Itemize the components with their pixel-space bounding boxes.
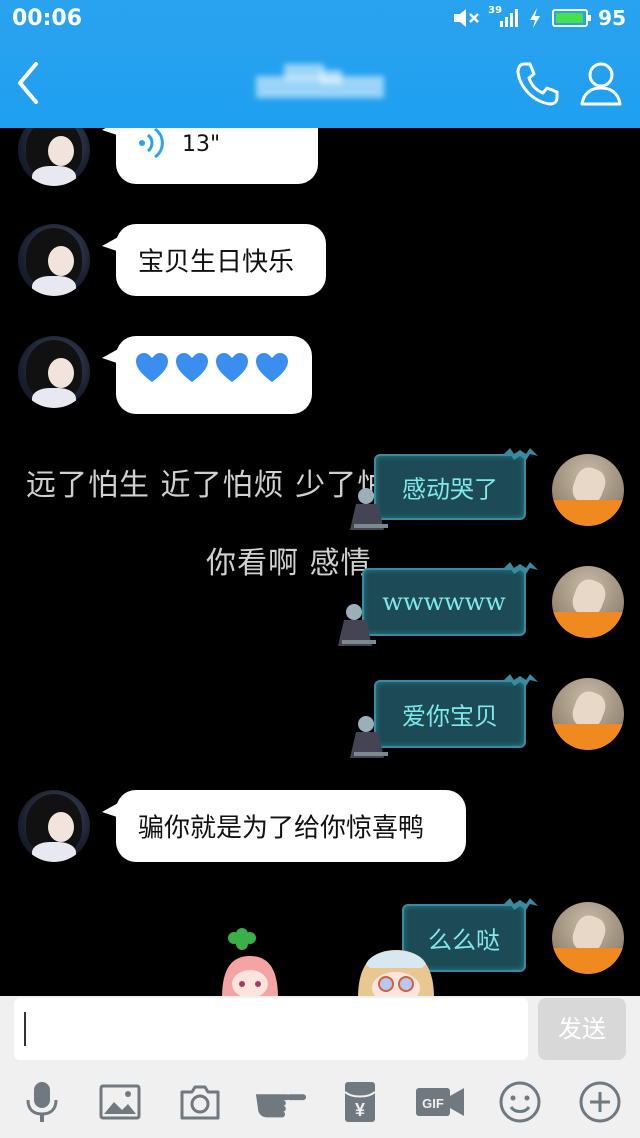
message-bubble-right[interactable]: 爱你宝贝 (350, 674, 538, 758)
background-text-line-1: 远了怕生 近了怕烦 少了怕 (26, 468, 389, 503)
plus-icon[interactable] (578, 1080, 622, 1124)
clover-girl-sticker[interactable] (222, 928, 282, 996)
gif-icon[interactable]: GIF (414, 1080, 466, 1124)
gothic-girl-decoration-icon (350, 716, 388, 758)
blue-heart-icon (216, 353, 248, 382)
hearts-row (134, 350, 290, 386)
mute-icon (454, 9, 480, 27)
message-text: 感动哭了 (402, 475, 498, 504)
contact-avatar[interactable] (18, 224, 90, 296)
blue-heart-icon (176, 353, 208, 382)
bat-decoration-icon (502, 674, 538, 686)
my-avatar[interactable] (552, 678, 624, 750)
phone-icon[interactable] (512, 58, 562, 108)
charging-icon (530, 8, 541, 28)
yen-label: ¥ (355, 1100, 365, 1120)
message-bubble-left[interactable]: 宝贝生日快乐 (102, 224, 326, 296)
signal-icon: 39 (488, 5, 519, 27)
message-text: 宝贝生日快乐 (138, 247, 295, 278)
gothic-girl-decoration-icon (338, 604, 376, 646)
gothic-girl-decoration-icon (350, 488, 388, 530)
contact-name-blurred (256, 62, 384, 106)
composer-bar: 发送 (0, 996, 640, 1066)
message-input[interactable] (14, 998, 528, 1060)
red-packet-icon[interactable]: ¥ (338, 1080, 382, 1124)
bat-decoration-icon (502, 562, 538, 574)
input-toolbar: ¥ GIF (0, 1066, 640, 1138)
voice-duration: 13" (182, 132, 221, 157)
message-bubble-left[interactable]: 骗你就是为了给你惊喜鸭 (102, 790, 466, 862)
message-bubble-right[interactable]: wwwwww (338, 562, 538, 646)
message-text: wwwwww (382, 588, 506, 616)
message-text: 爱你宝贝 (402, 702, 498, 731)
chat-area[interactable]: 远了怕生 近了怕烦 少了怕 你看啊 感情 13" 宝贝生日快乐 感动哭了 www… (0, 128, 640, 996)
status-time: 00:06 (12, 6, 83, 31)
blue-heart-icon (256, 353, 288, 382)
contact-avatar[interactable] (18, 336, 90, 408)
contact-avatar[interactable] (18, 128, 90, 186)
battery-percent: 95 (598, 6, 626, 30)
nav-bar (0, 40, 640, 128)
network-label: 39 (488, 5, 503, 16)
bat-decoration-icon (502, 898, 538, 910)
voice-wave-icon (139, 128, 164, 159)
camera-icon[interactable] (178, 1080, 222, 1124)
message-bubble-right[interactable]: 感动哭了 (350, 448, 538, 530)
message-text: 骗你就是为了给你惊喜鸭 (138, 813, 425, 844)
my-avatar[interactable] (552, 454, 624, 526)
person-icon[interactable] (576, 58, 626, 108)
image-icon[interactable] (98, 1080, 142, 1124)
voice-message-bubble[interactable]: 13" (102, 128, 318, 184)
battery-icon (552, 9, 592, 27)
glasses-girl-sticker[interactable] (352, 938, 442, 996)
hearts-message-bubble[interactable] (102, 336, 312, 414)
send-button[interactable]: 发送 (538, 998, 626, 1060)
text-caret (24, 1012, 26, 1046)
my-avatar[interactable] (552, 566, 624, 638)
blue-heart-icon (136, 353, 168, 382)
top-bar: 00:06 39 95 (0, 0, 640, 128)
microphone-icon[interactable] (20, 1080, 64, 1124)
status-bar: 00:06 39 95 (0, 0, 640, 40)
hand-poke-icon[interactable] (254, 1080, 308, 1124)
background-text-line-2: 你看啊 感情 (206, 546, 372, 581)
back-icon[interactable] (8, 58, 48, 108)
bat-decoration-icon (502, 448, 538, 460)
my-avatar[interactable] (552, 902, 624, 974)
emoji-icon[interactable] (498, 1080, 542, 1124)
contact-avatar[interactable] (18, 790, 90, 862)
gif-label: GIF (422, 1096, 444, 1111)
